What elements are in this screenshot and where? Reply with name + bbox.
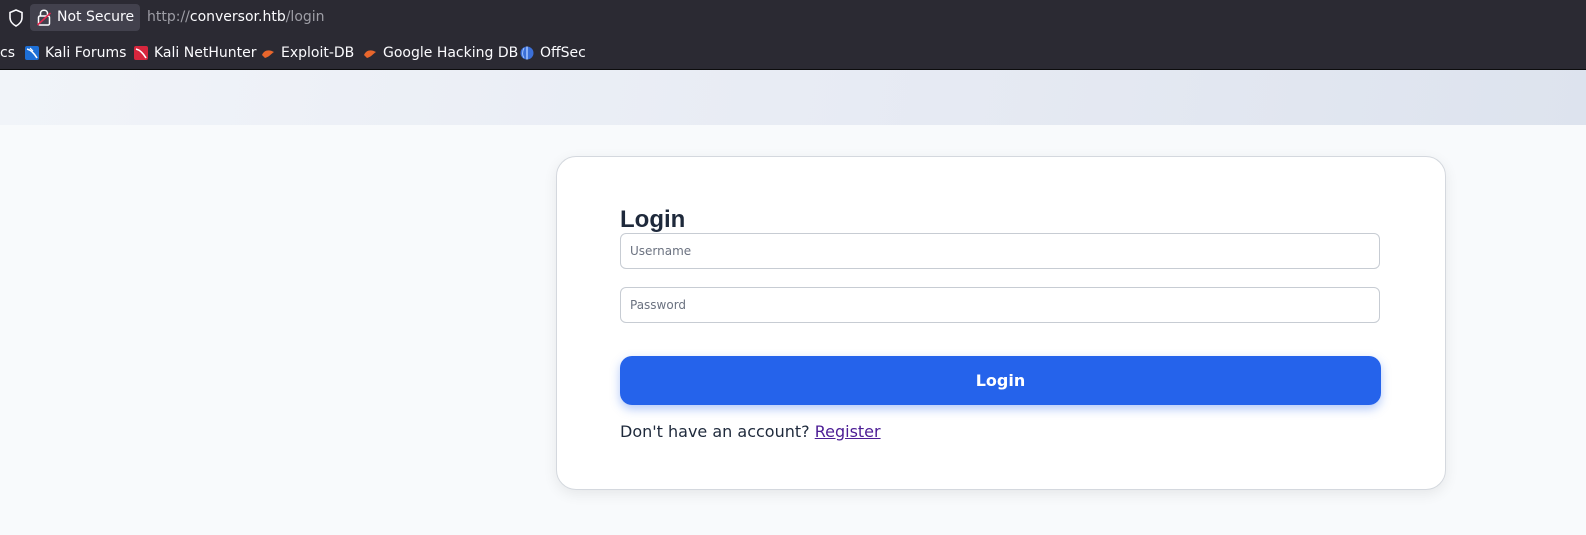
bookmark-label: Kali Forums <box>45 45 127 61</box>
security-label: Not Secure <box>57 9 135 25</box>
offsec-icon <box>520 46 534 60</box>
username-input[interactable] <box>620 233 1380 269</box>
bookmark-label: OffSec <box>540 45 586 61</box>
register-link[interactable]: Register <box>815 422 881 441</box>
login-button[interactable]: Login <box>620 356 1381 405</box>
url-path: /login <box>285 9 325 25</box>
address-field[interactable]: http://conversor.htb/login <box>147 9 325 26</box>
bookmark-label: Google Hacking DB <box>383 45 519 61</box>
url-host: conversor.htb <box>189 9 286 25</box>
bookmarks-toolbar: cs Kali Forums Kali NetHunter Exploit-DB… <box>0 36 1586 70</box>
exploit-db-icon <box>262 50 274 58</box>
login-card: Login Login Don't have an account? Regis… <box>556 156 1446 490</box>
bookmark-label: cs <box>0 45 15 61</box>
tracking-protection-shield-icon[interactable] <box>8 9 24 27</box>
insecure-lock-icon <box>37 9 51 26</box>
page-header <box>0 70 1586 125</box>
url-scheme: http:// <box>147 9 190 25</box>
google-hacking-db-icon <box>364 50 376 58</box>
password-input[interactable] <box>620 287 1380 323</box>
kali-nethunter-icon <box>134 46 148 60</box>
register-prompt: Don't have an account? <box>620 422 810 441</box>
register-prompt-line: Don't have an account? Register <box>620 422 881 442</box>
site-security-indicator[interactable]: Not Secure <box>30 4 140 31</box>
url-bar: Not Secure http://conversor.htb/login <box>0 0 1586 36</box>
login-title: Login <box>620 206 686 233</box>
bookmark-label: Exploit-DB <box>281 45 355 61</box>
bookmark-label: Kali NetHunter <box>154 45 257 61</box>
kali-forums-icon <box>25 46 39 60</box>
